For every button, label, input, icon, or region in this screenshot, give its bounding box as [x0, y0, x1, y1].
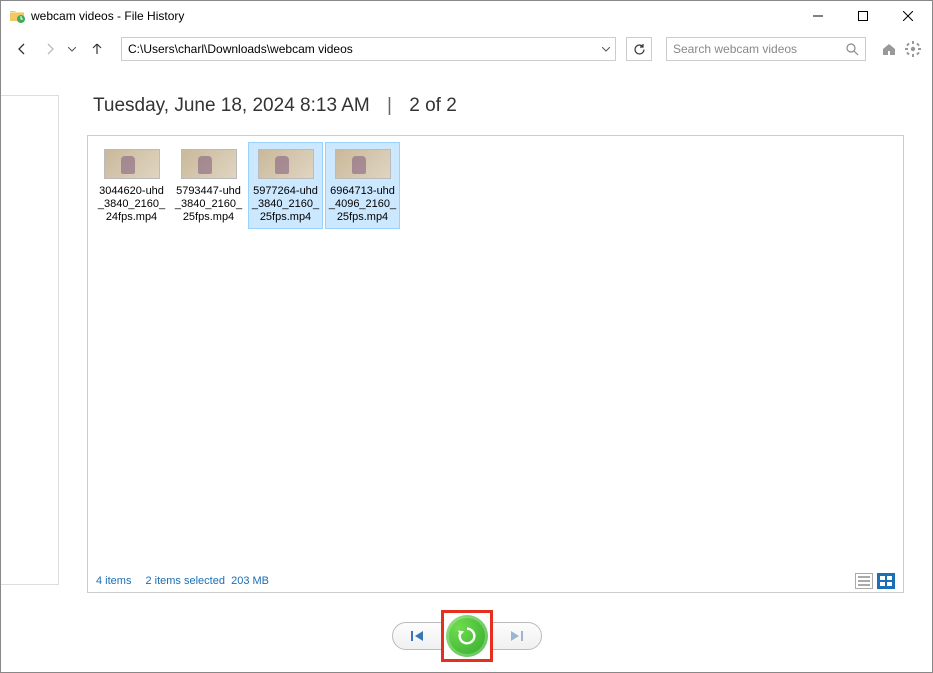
window-title: webcam videos - File History [31, 9, 795, 23]
toolbar: Search webcam videos [1, 31, 932, 67]
restore-button[interactable] [446, 615, 488, 657]
version-position: 2 of 2 [409, 95, 457, 116]
files-area[interactable]: 3044620-uhd_3840_2160_24fps.mp45793447-u… [88, 136, 903, 235]
file-item[interactable]: 5977264-uhd_3840_2160_25fps.mp4 [248, 142, 323, 229]
previous-version-button[interactable] [392, 622, 442, 650]
header-separator: | [387, 95, 392, 116]
video-thumbnail [181, 149, 237, 179]
search-box[interactable]: Search webcam videos [666, 37, 866, 61]
file-item[interactable]: 5793447-uhd_3840_2160_25fps.mp4 [171, 142, 246, 229]
file-item[interactable]: 6964713-uhd_4096_2160_25fps.mp4 [325, 142, 400, 229]
back-button[interactable] [11, 38, 33, 60]
refresh-button[interactable] [626, 37, 652, 61]
restore-highlight [441, 610, 493, 662]
status-count: 4 items [96, 575, 131, 587]
file-panel: 3044620-uhd_3840_2160_24fps.mp45793447-u… [87, 135, 904, 593]
address-input[interactable] [122, 38, 597, 60]
gear-icon[interactable] [904, 40, 922, 58]
thumbnails-view-button[interactable] [877, 573, 895, 589]
history-dropdown[interactable] [67, 47, 77, 52]
up-button[interactable] [87, 39, 107, 59]
file-label: 3044620-uhd_3840_2160_24fps.mp4 [97, 185, 166, 224]
titlebar: webcam videos - File History [1, 1, 932, 31]
details-view-button[interactable] [855, 573, 873, 589]
body-area: Tuesday, June 18, 2024 8:13 AM | 2 of 2 … [1, 67, 932, 602]
version-timestamp: Tuesday, June 18, 2024 8:13 AM [93, 95, 370, 116]
version-header: Tuesday, June 18, 2024 8:13 AM | 2 of 2 [87, 67, 904, 135]
close-button[interactable] [885, 2, 930, 30]
window-controls [795, 2, 930, 30]
search-icon [846, 43, 859, 56]
video-thumbnail [258, 149, 314, 179]
status-selection: 2 items selected 203 MB [145, 575, 269, 587]
main-column: Tuesday, June 18, 2024 8:13 AM | 2 of 2 … [59, 67, 932, 602]
next-version-button[interactable] [492, 622, 542, 650]
video-thumbnail [104, 149, 160, 179]
file-label: 6964713-uhd_4096_2160_25fps.mp4 [328, 185, 397, 224]
video-thumbnail [335, 149, 391, 179]
search-placeholder: Search webcam videos [673, 42, 846, 56]
file-label: 5977264-uhd_3840_2160_25fps.mp4 [251, 185, 320, 224]
folder-history-icon [9, 8, 25, 24]
file-item[interactable]: 3044620-uhd_3840_2160_24fps.mp4 [94, 142, 169, 229]
address-dropdown[interactable] [597, 38, 615, 60]
toolbar-right-icons [880, 40, 922, 58]
forward-button[interactable] [39, 38, 61, 60]
status-bar: 4 items 2 items selected 203 MB [88, 570, 903, 592]
maximize-button[interactable] [840, 2, 885, 30]
left-panel [1, 67, 59, 602]
minimize-button[interactable] [795, 2, 840, 30]
address-bar [121, 37, 616, 61]
home-icon[interactable] [880, 40, 898, 58]
file-label: 5793447-uhd_3840_2160_25fps.mp4 [174, 185, 243, 224]
bottom-controls [1, 602, 932, 670]
